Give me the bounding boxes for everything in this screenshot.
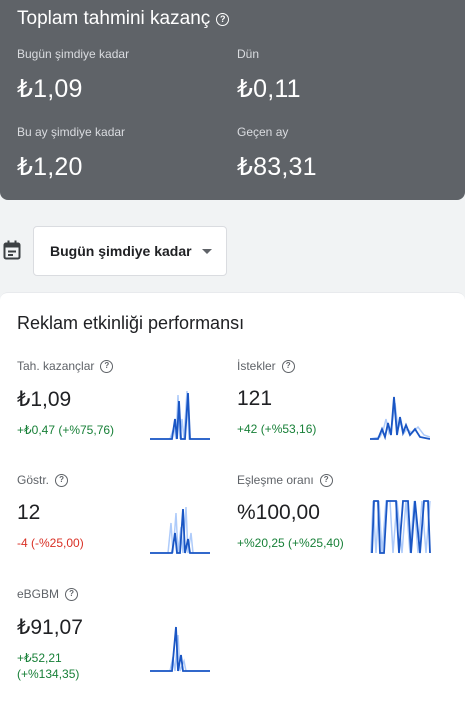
help-circle-icon[interactable]: ? (55, 473, 69, 487)
earnings-summary-card: Toplam tahmini kazanç ? Bugün şimdiye ka… (0, 0, 465, 200)
stat-today: Bugün şimdiye kadar ₺1,09 (17, 47, 129, 104)
metric-estimated-earnings[interactable]: Tah. kazançlar? ₺1,09 +₺0,47 (+%75,76) (17, 359, 114, 438)
date-filter-row: Bugün şimdiye kadar (0, 226, 465, 276)
help-circle-icon[interactable]: ? (100, 359, 114, 373)
metric-match-rate[interactable]: Eşleşme oranı? %100,00 +%20,25 (+%25,40) (237, 473, 344, 551)
metric-value: 12 (17, 501, 41, 524)
metric-label: Göstr. (17, 473, 50, 487)
metric-change: +₺0,47 (+%75,76) (17, 423, 115, 437)
metric-value: ₺91,07 (17, 616, 83, 639)
metric-change: +₺52,21 (+%134,35) (17, 650, 83, 682)
metric-label: eBGBM (17, 587, 60, 601)
earnings-title-text: Toplam tahmini kazanç (17, 8, 211, 29)
metric-change: +%20,25 (+%25,40) (237, 536, 344, 550)
earnings-title: Toplam tahmini kazanç ? (17, 8, 230, 30)
ad-performance-card: Reklam etkinliği performansı Tah. kazanç… (0, 292, 465, 701)
metric-value: ₺1,09 (17, 388, 72, 411)
stat-yesterday-label: Dün (237, 47, 260, 61)
metric-impressions[interactable]: Göstr.? 12 -4 (-%25,00) (17, 473, 84, 551)
metric-value: %100,00 (237, 501, 320, 524)
sparkline-ecpm (150, 626, 210, 672)
stat-this-month: Bu ay şimdiye kadar ₺1,20 (17, 125, 125, 182)
chevron-down-icon (201, 248, 212, 254)
performance-title: Reklam etkinliği performansı (17, 313, 245, 333)
metric-requests[interactable]: İstekler? 121 +42 (+%53,16) (237, 359, 316, 437)
stat-yesterday: Dün ₺0,11 (237, 47, 301, 104)
metric-change: +42 (+%53,16) (237, 422, 317, 436)
stat-last-month-value: ₺83,31 (237, 153, 317, 181)
calendar-icon[interactable] (3, 240, 21, 260)
sparkline-earnings (150, 390, 210, 440)
metric-change: -4 (-%25,00) (17, 536, 84, 550)
sparkline-impressions (150, 506, 210, 554)
stat-last-month-label: Geçen ay (237, 125, 289, 139)
metric-value: 121 (237, 387, 273, 410)
date-range-dropdown[interactable]: Bugün şimdiye kadar (33, 226, 227, 276)
stat-yesterday-value: ₺0,11 (237, 75, 301, 103)
metric-change-line2: (+%134,35) (17, 667, 80, 681)
stat-today-value: ₺1,09 (17, 75, 83, 103)
help-circle-icon[interactable]: ? (65, 587, 79, 601)
metric-label: Eşleşme oranı (237, 473, 314, 487)
sparkline-match-rate (370, 500, 431, 554)
metric-change-line1: +₺52,21 (17, 651, 62, 665)
help-circle-icon[interactable]: ? (281, 359, 295, 373)
date-range-selected: Bugün şimdiye kadar (50, 243, 192, 259)
metric-label: Tah. kazançlar (17, 359, 95, 373)
help-circle-icon[interactable]: ? (216, 12, 230, 26)
sparkline-requests (370, 396, 430, 441)
metric-label: İstekler (237, 359, 276, 373)
stat-last-month: Geçen ay ₺83,31 (237, 125, 317, 182)
stat-this-month-value: ₺1,20 (17, 153, 83, 181)
metric-ecpm[interactable]: eBGBM? ₺91,07 +₺52,21 (+%134,35) (17, 587, 83, 682)
help-circle-icon[interactable]: ? (319, 473, 333, 487)
stat-this-month-label: Bu ay şimdiye kadar (17, 125, 126, 139)
stat-today-label: Bugün şimdiye kadar (17, 47, 130, 61)
